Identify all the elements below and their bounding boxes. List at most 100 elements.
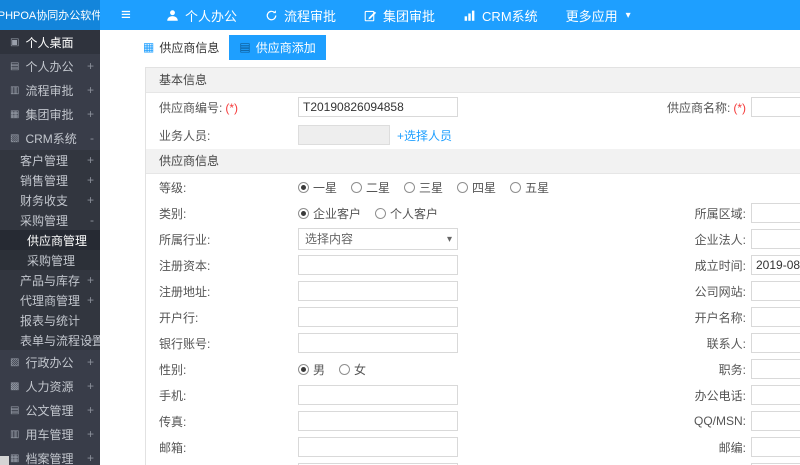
field-cell [298, 385, 458, 405]
sidebar-item[interactable]: ▣ 个人桌面 [0, 30, 100, 54]
radio-option[interactable]: 企业客户 [298, 205, 361, 222]
expand-toggle-icon[interactable]: + [87, 107, 94, 121]
radio-option[interactable]: 男 [298, 361, 325, 378]
sidebar-item[interactable]: ▦ 集团审批 + [0, 102, 100, 126]
text-input[interactable] [751, 359, 800, 379]
text-input[interactable] [298, 97, 458, 117]
field-label: 性别: [146, 361, 298, 378]
radio-option[interactable]: 四星 [457, 179, 496, 196]
expand-toggle-icon[interactable]: + [87, 403, 94, 417]
text-input[interactable] [298, 333, 458, 353]
sidebar-item[interactable]: ▨ 行政办公 + [0, 350, 100, 374]
text-input[interactable] [751, 411, 800, 431]
radio-label: 男 [313, 362, 326, 377]
form-row: 银行账号: 联系人: [146, 330, 800, 356]
menu-item-crm-system[interactable]: CRM系统 [449, 0, 552, 30]
menu-item-workflow-approval[interactable]: 流程审批 [251, 0, 350, 30]
sidebar-item-label: 采购管理 [20, 213, 69, 228]
radio-option[interactable]: 个人客户 [375, 205, 438, 222]
radio-option[interactable]: 女 [339, 361, 366, 378]
text-input[interactable] [298, 385, 458, 405]
field-cell: 选择内容 ▾ [298, 228, 458, 250]
expand-toggle-icon[interactable]: + [87, 293, 94, 307]
text-input[interactable] [751, 97, 800, 117]
field-cell [298, 97, 458, 117]
expand-toggle-icon[interactable]: + [87, 355, 94, 369]
field-label: 注册资本: [146, 257, 298, 274]
text-input[interactable] [751, 229, 800, 249]
menu-item-group-approval[interactable]: 集团审批 [350, 0, 449, 30]
sidebar-item[interactable]: ▧ CRM系统 - [0, 126, 100, 150]
text-input[interactable] [751, 281, 800, 301]
sidebar-item[interactable]: ▥ 流程审批 + [0, 78, 100, 102]
flow-icon [266, 9, 277, 20]
expand-toggle-icon[interactable]: + [87, 379, 94, 393]
expand-toggle-icon[interactable]: + [87, 273, 94, 287]
tab-supplier-add[interactable]: ▤ 供应商添加 [229, 34, 326, 60]
sidebar-item[interactable]: 销售管理 + [0, 170, 100, 190]
expand-toggle-icon[interactable]: + [87, 83, 94, 97]
menu-item-more-apps[interactable]: 更多应用 ▾ [552, 0, 645, 30]
sidebar-item[interactable]: 供应商管理 [0, 230, 100, 250]
field-cell [751, 333, 800, 353]
radio-option[interactable]: 三星 [404, 179, 443, 196]
field-label: 等级: [146, 179, 298, 196]
select-person-link[interactable]: +选择人员 [397, 127, 452, 144]
text-input[interactable] [298, 411, 458, 431]
text-input[interactable] [751, 333, 800, 353]
text-input[interactable] [751, 203, 800, 223]
sidebar-item-label: 代理商管理 [20, 293, 81, 308]
sidebar-item[interactable]: 表单与流程设置 + [0, 330, 100, 350]
expand-toggle-icon[interactable]: + [87, 59, 94, 73]
text-input[interactable] [751, 255, 800, 275]
menu-item-personal-office[interactable]: 个人办公 [152, 0, 251, 30]
expand-toggle-icon[interactable]: + [87, 333, 94, 347]
expand-toggle-icon[interactable]: + [87, 153, 94, 167]
readonly-input[interactable] [298, 125, 390, 145]
sidebar-item[interactable]: 客户管理 + [0, 150, 100, 170]
sidebar-item[interactable]: 财务收支 + [0, 190, 100, 210]
text-input[interactable] [751, 307, 800, 327]
sidebar-item[interactable]: 报表与统计 [0, 310, 100, 330]
tab-supplier-info[interactable]: ▦ 供应商信息 [133, 35, 229, 60]
expand-toggle-icon[interactable]: + [87, 451, 94, 465]
text-input[interactable] [751, 437, 800, 457]
flow-icon: ▥ [10, 84, 20, 96]
sidebar-item[interactable]: ▩ 人力资源 + [0, 374, 100, 398]
radio-option[interactable]: 二星 [351, 179, 390, 196]
field-label: 传真: [146, 413, 298, 430]
field-label: 公司网站: [458, 283, 751, 300]
field-label: 银行账号: [146, 335, 298, 352]
field-label-text: 开户行: [159, 310, 199, 325]
sidebar-item[interactable]: 采购管理 [0, 250, 100, 270]
radio-option[interactable]: 一星 [298, 179, 337, 196]
hamburger-menu-icon[interactable]: ≡ [100, 0, 152, 30]
expand-toggle-icon[interactable]: - [90, 213, 94, 227]
form-row: 业务人员: +选择人员 [146, 121, 800, 149]
field-label-text: 公司网站: [694, 284, 746, 299]
radio-option[interactable]: 五星 [510, 179, 549, 196]
menu-item-label: 集团审批 [383, 8, 436, 24]
select-value: 选择内容 [305, 232, 354, 246]
sidebar-item[interactable]: 产品与库存 + [0, 270, 100, 290]
sidebar-item[interactable]: ▥ 用车管理 + [0, 422, 100, 446]
text-input[interactable] [298, 255, 458, 275]
sidebar-item[interactable]: 代理商管理 + [0, 290, 100, 310]
app-logo: PHPOA协同办公软件 [0, 0, 100, 30]
text-input[interactable] [751, 385, 800, 405]
text-input[interactable] [298, 307, 458, 327]
sidebar-item[interactable]: 采购管理 - [0, 210, 100, 230]
sidebar-item[interactable]: ▤ 个人办公 + [0, 54, 100, 78]
text-input[interactable] [298, 437, 458, 457]
sidebar-item-label: 财务收支 [20, 193, 69, 208]
expand-toggle-icon[interactable]: - [90, 131, 94, 145]
sidebar-item[interactable]: ▦ 档案管理 + [0, 446, 100, 465]
radio-icon [339, 363, 351, 375]
sidebar-item[interactable]: ▤ 公文管理 + [0, 398, 100, 422]
expand-toggle-icon[interactable]: + [87, 173, 94, 187]
select-dropdown[interactable]: 选择内容 ▾ [298, 228, 458, 250]
field-cell [298, 281, 458, 301]
expand-toggle-icon[interactable]: + [87, 193, 94, 207]
text-input[interactable] [298, 281, 458, 301]
expand-toggle-icon[interactable]: + [87, 427, 94, 441]
